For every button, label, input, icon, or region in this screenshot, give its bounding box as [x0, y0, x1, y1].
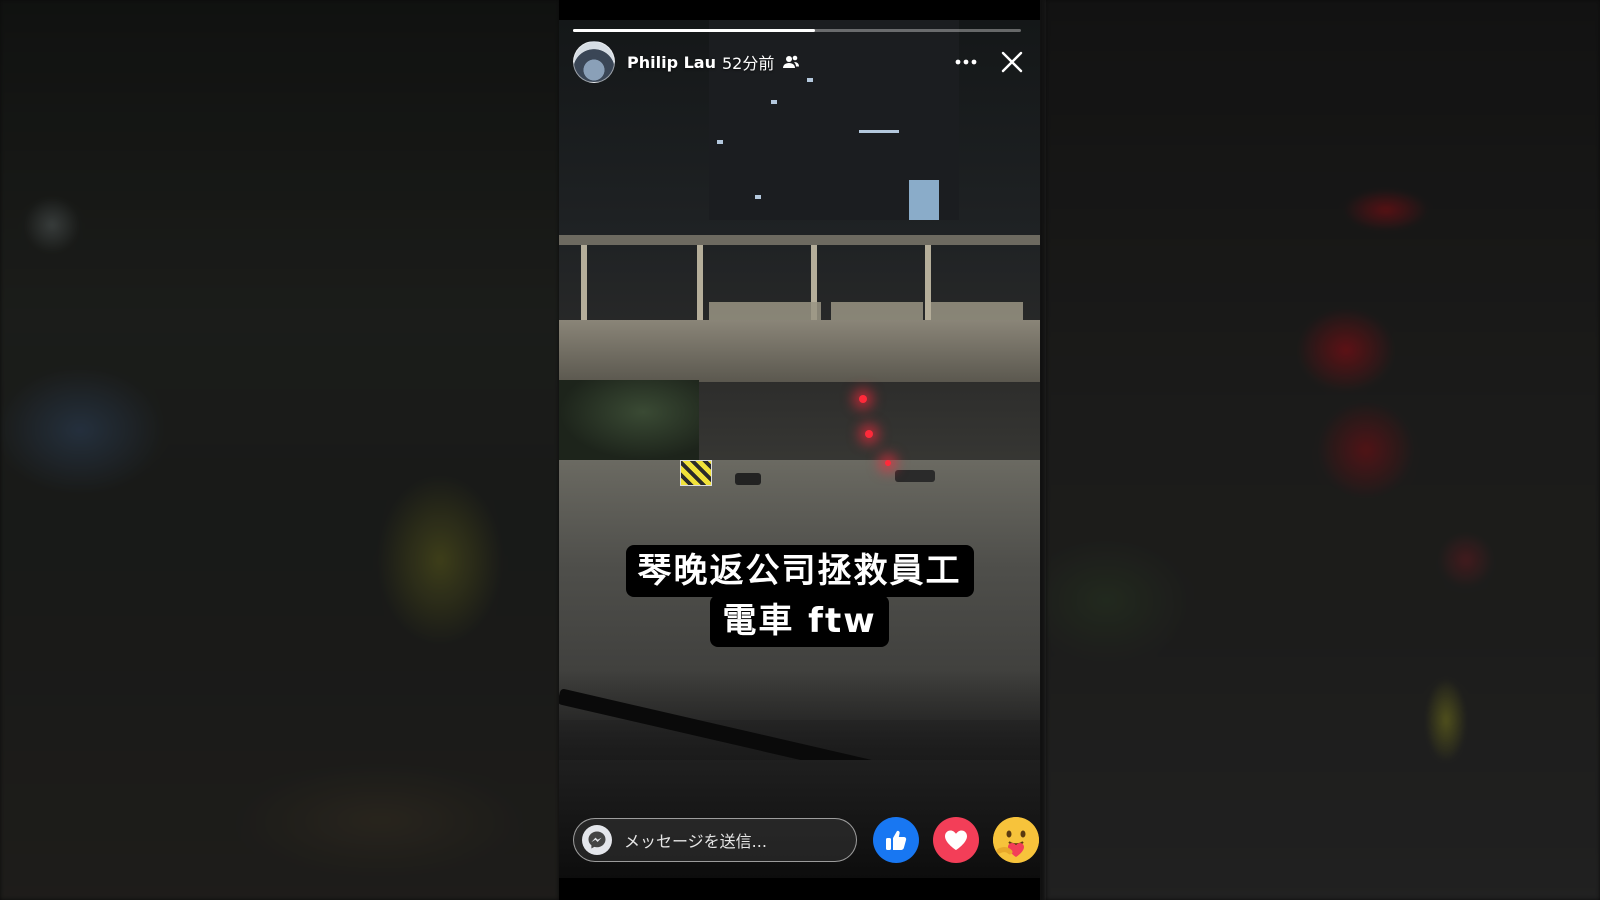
message-placeholder: メッセージを送信...: [624, 832, 767, 851]
caption-line-2: 電車 ftw: [710, 595, 889, 647]
story-timestamp: 52分前: [721, 54, 775, 73]
care-reaction-button[interactable]: [993, 817, 1039, 863]
caption-line-1: 琴晚返公司拯救員工: [625, 545, 974, 597]
background-dim-left: [0, 0, 559, 900]
reply-bar: メッセージを送信...: [573, 817, 1040, 863]
messenger-icon: [582, 825, 612, 855]
love-reaction-button[interactable]: [933, 817, 979, 863]
like-reaction-button[interactable]: [873, 817, 919, 863]
story-caption: 琴晚返公司拯救員工 電車 ftw: [559, 545, 1040, 647]
close-icon[interactable]: [997, 47, 1027, 77]
friends-icon: [783, 55, 800, 68]
avatar[interactable]: [573, 41, 615, 83]
story-photo: [559, 20, 1040, 878]
username[interactable]: Philip Lau: [627, 53, 716, 72]
story-header: Philip Lau 52分前: [573, 41, 1027, 83]
story-progress-fill: [573, 29, 815, 32]
message-input[interactable]: メッセージを送信...: [573, 818, 857, 862]
story-progress-bar: [573, 29, 1021, 32]
background-dim-right: [1046, 0, 1600, 900]
thumbs-up-icon: [886, 830, 907, 850]
care-emoji-icon: [993, 817, 1039, 863]
more-icon[interactable]: [951, 47, 981, 77]
story-viewer[interactable]: Philip Lau 52分前 琴晚返公司拯救員工 電車 ftw メッセージを送…: [559, 0, 1040, 900]
heart-icon: [945, 830, 967, 850]
